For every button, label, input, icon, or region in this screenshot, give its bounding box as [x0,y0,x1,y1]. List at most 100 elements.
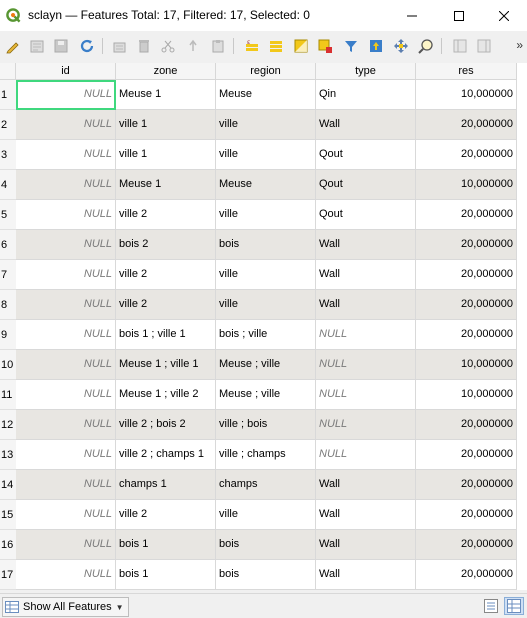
cell-res[interactable]: 10,000000 [416,350,517,380]
cell-id[interactable]: NULL [16,560,116,590]
cell-region[interactable]: ville [216,140,316,170]
table-row[interactable]: 6 NULL bois 2 bois Wall 20,000000 [0,230,527,260]
cell-res[interactable]: 20,000000 [416,320,517,350]
row-number[interactable]: 3 [0,140,16,170]
column-header-res[interactable]: res [416,63,517,80]
row-number[interactable]: 5 [0,200,16,230]
cell-id[interactable]: NULL [16,140,116,170]
cell-res[interactable]: 20,000000 [416,110,517,140]
cell-type[interactable]: Wall [316,500,416,530]
cell-region[interactable]: Meuse [216,170,316,200]
cell-res[interactable]: 10,000000 [416,80,517,110]
cell-zone[interactable]: Meuse 1 ; ville 1 [116,350,216,380]
table-row[interactable]: 11 NULL Meuse 1 ; ville 2 Meuse ; ville NULL… [0,380,527,410]
cell-res[interactable]: 20,000000 [416,530,517,560]
cell-type[interactable]: Qout [316,170,416,200]
cell-res[interactable]: 20,000000 [416,470,517,500]
cell-type[interactable]: Wall [316,290,416,320]
cell-id[interactable]: NULL [16,350,116,380]
show-all-features-dropdown[interactable]: Show All Features ▼ [2,597,129,617]
multi-edit-button[interactable] [27,36,47,56]
cell-zone[interactable]: ville 2 ; champs 1 [116,440,216,470]
cell-region[interactable]: bois [216,560,316,590]
table-row[interactable]: 3 NULL ville 1 ville Qout 20,000000 [0,140,527,170]
cell-id[interactable]: NULL [16,230,116,260]
save-edits-button[interactable] [51,36,71,56]
cell-zone[interactable]: ville 1 [116,140,216,170]
cell-id[interactable]: NULL [16,500,116,530]
invert-selection-button[interactable] [291,36,311,56]
copy-button[interactable] [183,36,203,56]
select-all-button[interactable] [266,36,286,56]
table-row[interactable]: 17 NULL bois 1 bois Wall 20,000000 [0,560,527,590]
row-number[interactable]: 11 [0,380,16,410]
cell-res[interactable]: 20,000000 [416,200,517,230]
cell-type[interactable]: NULL [316,350,416,380]
table-row[interactable]: 10 NULL Meuse 1 ; ville 1 Meuse ; ville NULL… [0,350,527,380]
cell-zone[interactable]: bois 1 [116,530,216,560]
cell-zone[interactable]: champs 1 [116,470,216,500]
row-number[interactable]: 4 [0,170,16,200]
cell-region[interactable]: bois [216,530,316,560]
row-number[interactable]: 2 [0,110,16,140]
form-view-button[interactable] [481,597,501,615]
cell-region[interactable]: ville [216,290,316,320]
table-row[interactable]: 1 NULL Meuse 1 Meuse Qin 10,000000 [0,80,527,110]
cell-id[interactable]: NULL [16,410,116,440]
cell-zone[interactable]: ville 2 [116,290,216,320]
cell-res[interactable]: 20,000000 [416,500,517,530]
cell-type[interactable]: NULL [316,440,416,470]
cell-region[interactable]: ville [216,260,316,290]
cell-zone[interactable]: bois 1 [116,560,216,590]
cell-res[interactable]: 20,000000 [416,560,517,590]
cell-id[interactable]: NULL [16,200,116,230]
table-row[interactable]: 14 NULL champs 1 champs Wall 20,000000 [0,470,527,500]
column-header-id[interactable]: id [16,63,116,80]
row-number[interactable]: 6 [0,230,16,260]
cell-region[interactable]: Meuse ; ville [216,350,316,380]
cell-region[interactable]: ville [216,110,316,140]
row-number[interactable]: 13 [0,440,16,470]
cell-zone[interactable]: Meuse 1 [116,80,216,110]
maximize-button[interactable] [436,0,482,31]
table-row[interactable]: 13 NULL ville 2 ; champs 1 ville ; champs NU… [0,440,527,470]
cell-type[interactable]: NULL [316,380,416,410]
new-field-button[interactable] [450,36,470,56]
cell-type[interactable]: Wall [316,530,416,560]
cell-region[interactable]: ville ; champs [216,440,316,470]
cell-type[interactable]: Qout [316,200,416,230]
table-row[interactable]: 5 NULL ville 2 ville Qout 20,000000 [0,200,527,230]
cell-id[interactable]: NULL [16,380,116,410]
cell-res[interactable]: 20,000000 [416,290,517,320]
cell-region[interactable]: ville ; bois [216,410,316,440]
row-number[interactable]: 17 [0,560,16,590]
cell-zone[interactable]: ville 2 [116,500,216,530]
table-row[interactable]: 8 NULL ville 2 ville Wall 20,000000 [0,290,527,320]
cell-res[interactable]: 20,000000 [416,410,517,440]
cell-id[interactable]: NULL [16,260,116,290]
column-header-type[interactable]: type [316,63,416,80]
cell-id[interactable]: NULL [16,530,116,560]
table-row[interactable]: 4 NULL Meuse 1 Meuse Qout 10,000000 [0,170,527,200]
cell-zone[interactable]: ville 2 [116,200,216,230]
reload-button[interactable] [77,36,97,56]
row-number[interactable]: 14 [0,470,16,500]
cell-region[interactable]: bois ; ville [216,320,316,350]
cell-type[interactable]: NULL [316,320,416,350]
cell-zone[interactable]: bois 2 [116,230,216,260]
cell-zone[interactable]: ville 1 [116,110,216,140]
row-number[interactable]: 8 [0,290,16,320]
cell-region[interactable]: ville [216,500,316,530]
corner-header[interactable] [0,63,16,80]
row-number[interactable]: 7 [0,260,16,290]
delete-feature-button[interactable] [134,36,154,56]
cell-type[interactable]: Qin [316,80,416,110]
table-view-button[interactable] [504,597,524,615]
cell-type[interactable]: Wall [316,560,416,590]
cell-type[interactable]: Wall [316,230,416,260]
cell-region[interactable]: bois [216,230,316,260]
cell-type[interactable]: NULL [316,410,416,440]
cell-res[interactable]: 10,000000 [416,380,517,410]
row-number[interactable]: 1 [0,80,16,110]
cell-region[interactable]: ville [216,200,316,230]
